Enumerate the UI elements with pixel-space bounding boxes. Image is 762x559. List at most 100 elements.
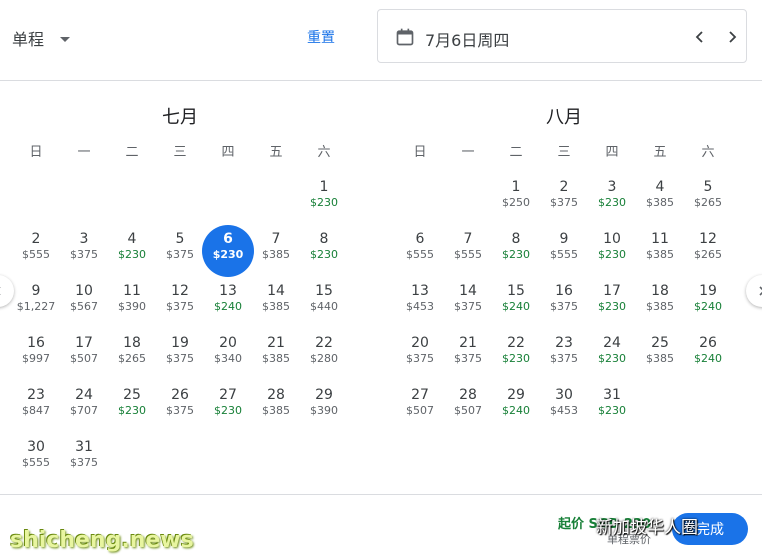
- day-cell[interactable]: 2 $375: [540, 174, 588, 226]
- day-cell[interactable]: 19 $240: [684, 278, 732, 330]
- day-price: $375: [70, 456, 98, 469]
- day-number: 28: [267, 387, 285, 403]
- day-cell[interactable]: 6 $555: [396, 226, 444, 278]
- day-cell[interactable]: 1 $230: [300, 174, 348, 226]
- day-cell[interactable]: 11 $390: [108, 278, 156, 330]
- day-number: 16: [555, 283, 573, 299]
- day-cell[interactable]: 25 $230: [108, 382, 156, 434]
- day-cell[interactable]: 20 $340: [204, 330, 252, 382]
- weekday-label: 一: [461, 145, 475, 160]
- day-cell[interactable]: 8 $230: [300, 226, 348, 278]
- day-price: $265: [694, 196, 722, 209]
- reset-button[interactable]: 重置: [307, 27, 335, 47]
- next-date-button[interactable]: [718, 23, 746, 51]
- day-cell[interactable]: 11 $385: [636, 226, 684, 278]
- day-price: $385: [262, 248, 290, 261]
- day-cell[interactable]: 4 $230: [108, 226, 156, 278]
- day-cell[interactable]: 14 $385: [252, 278, 300, 330]
- day-cell[interactable]: 7 $555: [444, 226, 492, 278]
- day-cell[interactable]: 5 $375: [156, 226, 204, 278]
- day-cell[interactable]: 12 $375: [156, 278, 204, 330]
- day-cell[interactable]: 14 $375: [444, 278, 492, 330]
- day-number: 18: [123, 335, 141, 351]
- day-cell[interactable]: 18 $265: [108, 330, 156, 382]
- day-blank: [60, 174, 108, 226]
- day-number: 24: [603, 335, 621, 351]
- day-cell[interactable]: 19 $375: [156, 330, 204, 382]
- day-cell[interactable]: 12 $265: [684, 226, 732, 278]
- day-cell[interactable]: 29 $390: [300, 382, 348, 434]
- day-cell-selected[interactable]: 6 $230: [202, 225, 254, 278]
- day-cell[interactable]: 28 $385: [252, 382, 300, 434]
- day-number: 11: [651, 231, 669, 247]
- day-price: $555: [406, 248, 434, 261]
- day-cell[interactable]: 9 $1,227: [12, 278, 60, 330]
- day-cell[interactable]: 10 $230: [588, 226, 636, 278]
- day-cell[interactable]: 26 $375: [156, 382, 204, 434]
- day-cell[interactable]: 8 $230: [492, 226, 540, 278]
- day-cell[interactable]: 16 $997: [12, 330, 60, 382]
- day-price: $230: [598, 248, 626, 261]
- weekday-label: 四: [221, 145, 235, 160]
- day-cell[interactable]: 30 $555: [12, 434, 60, 486]
- day-cell[interactable]: 26 $240: [684, 330, 732, 382]
- weekday-label: 五: [653, 145, 667, 160]
- day-cell[interactable]: 3 $230: [588, 174, 636, 226]
- day-cell[interactable]: 16 $375: [540, 278, 588, 330]
- day-cell[interactable]: 27 $230: [204, 382, 252, 434]
- weekday-header: 日 一 二 三 四 五 六: [396, 138, 732, 168]
- day-price: $265: [118, 352, 146, 365]
- trip-type-dropdown[interactable]: 单程: [12, 26, 71, 50]
- day-cell[interactable]: 23 $847: [12, 382, 60, 434]
- day-number: 13: [411, 283, 429, 299]
- day-cell[interactable]: 13 $240: [204, 278, 252, 330]
- day-cell[interactable]: 18 $385: [636, 278, 684, 330]
- day-cell[interactable]: 31 $230: [588, 382, 636, 434]
- day-cell[interactable]: 20 $375: [396, 330, 444, 382]
- day-cell[interactable]: 24 $230: [588, 330, 636, 382]
- day-cell[interactable]: 3 $375: [60, 226, 108, 278]
- day-number: 6: [415, 231, 425, 247]
- day-number: 6: [223, 231, 233, 247]
- day-price: $230: [598, 352, 626, 365]
- day-cell[interactable]: 13 $453: [396, 278, 444, 330]
- day-cell[interactable]: 21 $385: [252, 330, 300, 382]
- day-grid: 1 $250 2 $375 3 $230 4 $385 5 $265 6 $555 7 $555 8 $230…: [396, 174, 732, 434]
- day-cell[interactable]: 30 $453: [540, 382, 588, 434]
- day-cell[interactable]: 17 $507: [60, 330, 108, 382]
- day-cell[interactable]: 27 $507: [396, 382, 444, 434]
- day-cell[interactable]: 31 $375: [60, 434, 108, 486]
- day-cell[interactable]: 4 $385: [636, 174, 684, 226]
- chevron-left-icon: [0, 287, 1, 295]
- scroll-right-button[interactable]: [746, 275, 762, 307]
- day-cell[interactable]: 24 $707: [60, 382, 108, 434]
- day-price: $567: [70, 300, 98, 313]
- day-cell[interactable]: 23 $375: [540, 330, 588, 382]
- day-cell[interactable]: 25 $385: [636, 330, 684, 382]
- day-number: 14: [459, 283, 477, 299]
- day-cell[interactable]: 5 $265: [684, 174, 732, 226]
- day-cell[interactable]: 15 $440: [300, 278, 348, 330]
- day-number: 4: [655, 179, 665, 195]
- day-price: $507: [70, 352, 98, 365]
- day-number: 7: [271, 231, 281, 247]
- month-august: 八月 日 一 二 三 四 五 六 1 $250 2 $375 3 $230 4 $385 5 $2…: [396, 100, 732, 434]
- day-cell[interactable]: 22 $280: [300, 330, 348, 382]
- day-cell[interactable]: 17 $230: [588, 278, 636, 330]
- date-field[interactable]: 7月6日周四: [377, 9, 747, 63]
- day-price: $230: [118, 248, 146, 261]
- day-cell[interactable]: 10 $567: [60, 278, 108, 330]
- day-cell[interactable]: 29 $240: [492, 382, 540, 434]
- day-cell[interactable]: 2 $555: [12, 226, 60, 278]
- day-cell[interactable]: 7 $385: [252, 226, 300, 278]
- day-cell[interactable]: 22 $230: [492, 330, 540, 382]
- day-price: $375: [550, 352, 578, 365]
- day-cell[interactable]: 28 $507: [444, 382, 492, 434]
- day-cell[interactable]: 1 $250: [492, 174, 540, 226]
- day-cell[interactable]: 9 $555: [540, 226, 588, 278]
- day-number: 3: [607, 179, 617, 195]
- previous-date-button[interactable]: [686, 23, 714, 51]
- day-number: 29: [507, 387, 525, 403]
- day-cell[interactable]: 15 $240: [492, 278, 540, 330]
- day-cell[interactable]: 21 $375: [444, 330, 492, 382]
